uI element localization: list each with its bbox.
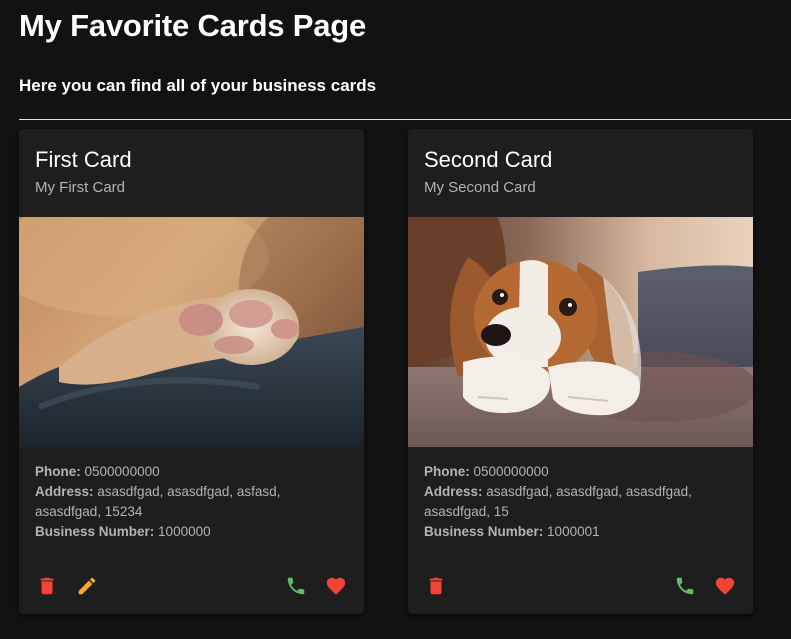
heart-icon — [715, 577, 735, 595]
favorite-button[interactable] — [320, 570, 352, 602]
business-number-row: Business Number: 1000001 — [424, 522, 737, 542]
business-number-label: Business Number: — [35, 524, 155, 539]
phone-icon — [676, 577, 694, 595]
card-image — [19, 217, 364, 447]
address-label: Address: — [35, 484, 94, 499]
phone-label: Phone: — [424, 464, 470, 479]
delete-icon — [429, 577, 443, 595]
business-number-row: Business Number: 1000000 — [35, 522, 348, 542]
phone-label: Phone: — [35, 464, 81, 479]
phone-value: 0500000000 — [84, 464, 160, 479]
delete-icon — [40, 577, 54, 595]
phone-icon — [287, 577, 305, 595]
card-actions — [408, 558, 753, 614]
delete-button[interactable] — [31, 570, 63, 602]
card-actions — [19, 558, 364, 614]
divider — [19, 119, 791, 120]
phone-value: 0500000000 — [473, 464, 549, 479]
heart-icon — [326, 577, 346, 595]
card-details: Phone: 0500000000 Address: asasdfgad, as… — [424, 462, 737, 542]
page-title: My Favorite Cards Page — [19, 8, 367, 43]
edit-icon — [78, 577, 96, 595]
edit-button[interactable] — [71, 570, 103, 602]
page: My Favorite Cards Page Here you can find… — [0, 0, 791, 639]
card-details: Phone: 0500000000 Address: asasdfgad, as… — [35, 462, 348, 542]
delete-button[interactable] — [420, 570, 452, 602]
business-card: Second Card My Second Card Phone: 050000… — [408, 129, 753, 614]
page-subtitle: Here you can find all of your business c… — [19, 76, 377, 95]
business-number-value: 1000001 — [547, 524, 600, 539]
card-title: First Card — [35, 147, 132, 172]
business-card: First Card My First Card Phone: 05000000… — [19, 129, 364, 614]
cat-paw-photo — [19, 217, 364, 447]
favorite-button[interactable] — [709, 570, 741, 602]
card-subtitle: My Second Card — [424, 179, 536, 196]
dog-photo — [408, 217, 753, 447]
card-title: Second Card — [424, 147, 553, 172]
business-number-label: Business Number: — [424, 524, 544, 539]
call-button[interactable] — [280, 570, 312, 602]
phone-row: Phone: 0500000000 — [424, 462, 737, 482]
address-label: Address: — [424, 484, 483, 499]
address-row: Address: asasdfgad, asasdfgad, asfasd, a… — [35, 482, 348, 522]
card-subtitle: My First Card — [35, 179, 125, 196]
business-number-value: 1000000 — [158, 524, 211, 539]
address-row: Address: asasdfgad, asasdfgad, asasdfgad… — [424, 482, 737, 522]
card-image — [408, 217, 753, 447]
phone-row: Phone: 0500000000 — [35, 462, 348, 482]
call-button[interactable] — [669, 570, 701, 602]
